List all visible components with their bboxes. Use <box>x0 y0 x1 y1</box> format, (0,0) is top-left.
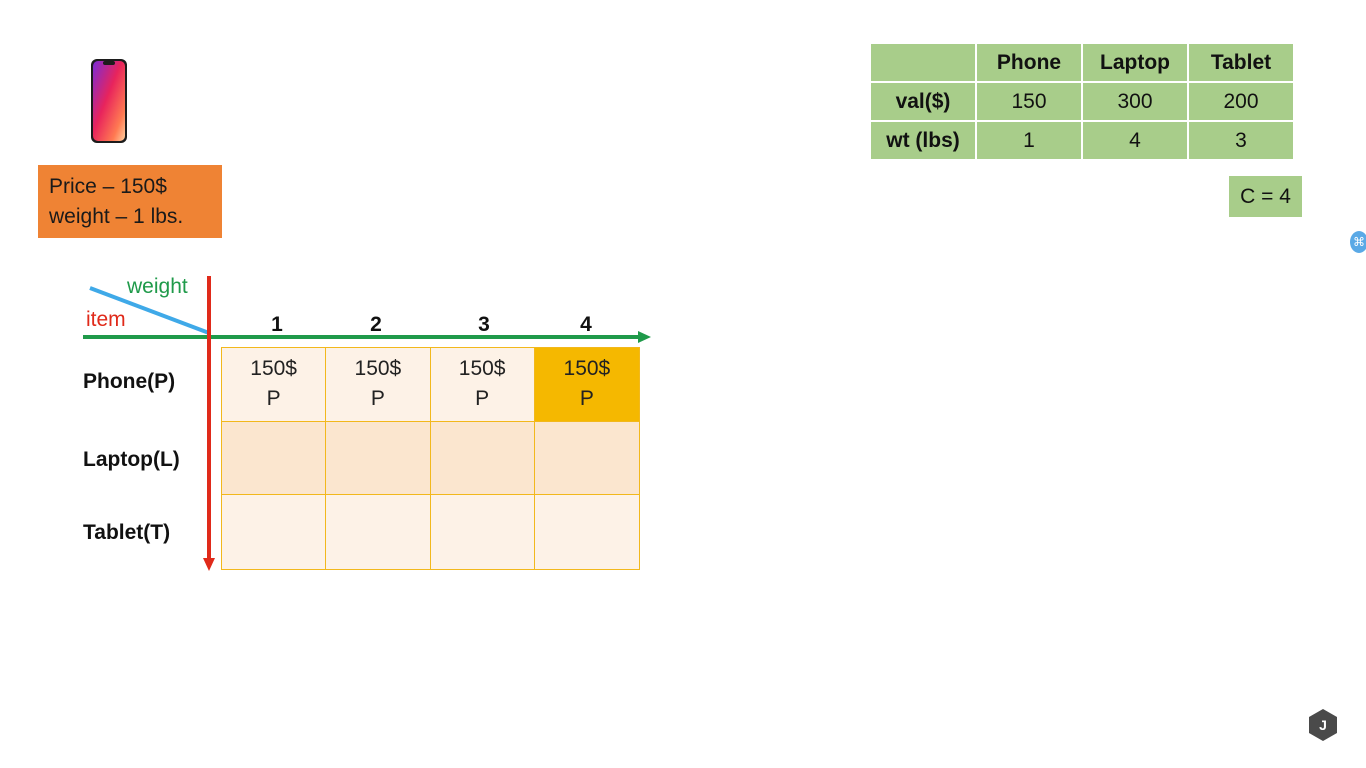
cell-value: 150$ <box>354 357 402 381</box>
cell-items: P <box>579 387 594 411</box>
table-row: val($) 150 300 200 <box>869 81 1295 122</box>
dp-cell <box>534 421 639 496</box>
cell-value: 150$ <box>250 357 297 381</box>
cell-items: P <box>475 387 490 411</box>
cell-value: 150$ <box>563 357 611 381</box>
table-corner-cell <box>869 42 977 83</box>
table-cell: 4 <box>1081 120 1189 161</box>
table-cell: 200 <box>1187 81 1295 122</box>
table-header-laptop: Laptop <box>1081 42 1189 83</box>
dp-cell <box>222 495 327 569</box>
dp-cell: 150$ P <box>222 348 327 422</box>
table-row-label: wt (lbs) <box>869 120 977 161</box>
item-axis-arrow <box>203 558 215 571</box>
logo-letter: J <box>1319 717 1327 733</box>
dp-table: 150$ P 150$ P 150$ P 150$ P <box>221 347 640 570</box>
capacity-label: C = 4 <box>1229 176 1302 217</box>
row-label-laptop: Laptop(L) <box>83 448 180 471</box>
column-header-1: 1 <box>271 313 283 336</box>
table-cell: 150 <box>975 81 1083 122</box>
weight-axis-label: weight <box>127 275 188 298</box>
dp-cell-highlighted: 150$ P <box>534 348 639 422</box>
table-row-label: val($) <box>869 81 977 122</box>
dp-cell <box>534 495 639 569</box>
table-cell: 300 <box>1081 81 1189 122</box>
dp-cell <box>430 495 535 569</box>
dp-cell <box>430 421 535 496</box>
dp-cell <box>326 495 431 569</box>
dp-cell <box>326 421 431 496</box>
dp-cell: 150$ P <box>326 348 431 422</box>
item-values-table: Phone Laptop Tablet val($) 150 300 200 w… <box>869 42 1295 161</box>
table-header-phone: Phone <box>975 42 1083 83</box>
row-label-tablet: Tablet(T) <box>83 521 171 544</box>
hexagon-logo-icon: J <box>1309 709 1337 741</box>
accessibility-icon[interactable]: ⌘ <box>1350 231 1366 253</box>
table-header-row: Phone Laptop Tablet <box>869 42 1295 83</box>
column-header-2: 2 <box>370 313 382 336</box>
cell-value: 150$ <box>458 357 506 381</box>
table-cell: 1 <box>975 120 1083 161</box>
dp-cell: 150$ P <box>430 348 535 422</box>
item-axis-label: item <box>86 308 126 331</box>
weight-axis-arrow <box>638 331 651 343</box>
cell-items: P <box>370 387 385 411</box>
column-header-3: 3 <box>478 313 490 336</box>
dp-cell <box>222 421 327 496</box>
table-cell: 3 <box>1187 120 1295 161</box>
cell-items: P <box>266 387 281 411</box>
table-row: wt (lbs) 1 4 3 <box>869 120 1295 161</box>
table-header-tablet: Tablet <box>1187 42 1295 83</box>
row-label-phone: Phone(P) <box>83 370 176 393</box>
column-header-4: 4 <box>580 313 592 336</box>
